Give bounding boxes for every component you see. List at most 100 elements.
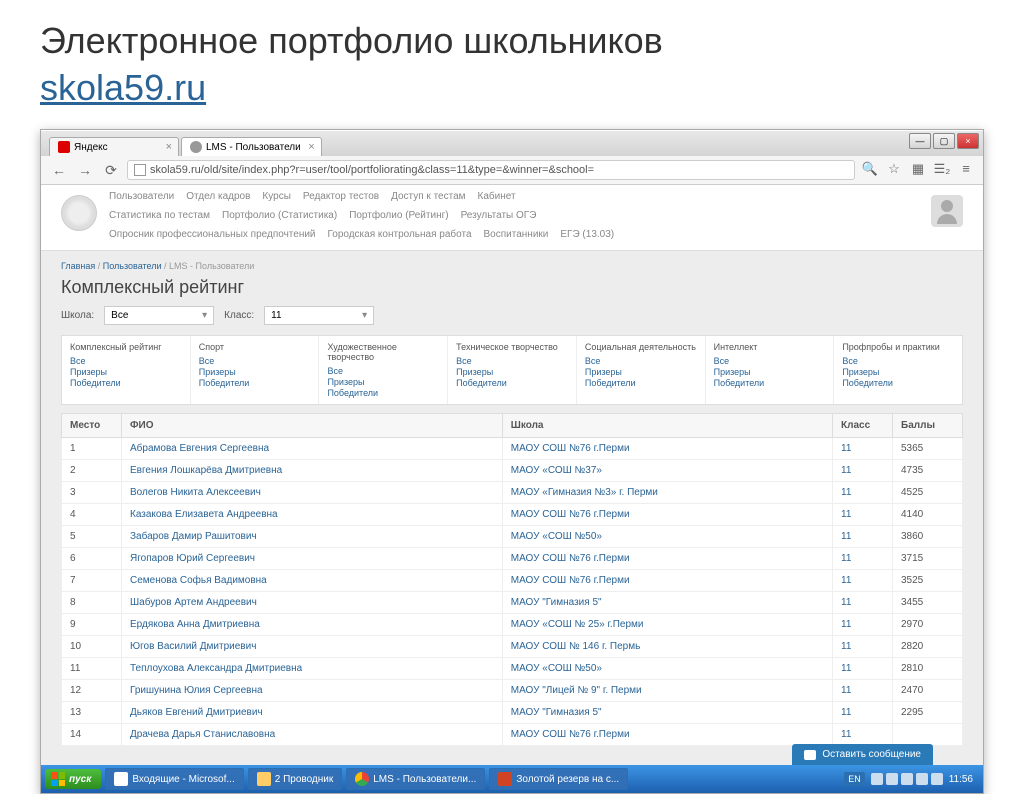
category-link[interactable]: Призеры <box>199 367 311 377</box>
category-link[interactable]: Все <box>70 356 182 366</box>
nav-link[interactable]: Портфолио (Статистика) <box>222 210 337 221</box>
nav-link[interactable]: Кабинет <box>478 191 516 202</box>
nav-link[interactable]: Портфолио (Рейтинг) <box>349 210 448 221</box>
category-link[interactable]: Призеры <box>70 367 182 377</box>
cell-name[interactable]: Драчева Дарья Станиславовна <box>122 724 503 746</box>
clock[interactable]: 11:56 <box>949 774 973 785</box>
cell-name[interactable]: Казакова Елизавета Андреевна <box>122 504 503 526</box>
cell-name[interactable]: Теплоухова Александра Дмитриевна <box>122 658 503 680</box>
nav-link[interactable]: Результаты ОГЭ <box>461 210 537 221</box>
browser-tab-active[interactable]: LMS - Пользователи × <box>181 137 322 156</box>
nav-link[interactable]: Опросник профессиональных предпочтений <box>109 229 316 240</box>
cell-class[interactable]: 11 <box>833 680 893 702</box>
nav-link[interactable]: Статистика по тестам <box>109 210 210 221</box>
class-select[interactable]: 11 <box>264 306 374 325</box>
category-link[interactable]: Победители <box>714 378 826 388</box>
cell-class[interactable]: 11 <box>833 658 893 680</box>
reload-button[interactable]: ⟳ <box>101 160 121 180</box>
cell-name[interactable]: Ердякова Анна Дмитриевна <box>122 614 503 636</box>
category-link[interactable]: Все <box>585 356 697 366</box>
cell-class[interactable]: 11 <box>833 438 893 460</box>
nav-link[interactable]: Редактор тестов <box>303 191 379 202</box>
category-link[interactable]: Все <box>714 356 826 366</box>
category-link[interactable]: Призеры <box>842 367 954 377</box>
cell-class[interactable]: 11 <box>833 504 893 526</box>
nav-link[interactable]: Пользователи <box>109 191 174 202</box>
cell-school[interactable]: МАОУ «Гимназия №3» г. Перми <box>502 482 832 504</box>
category-link[interactable]: Призеры <box>327 377 439 387</box>
cell-name[interactable]: Гришунина Юлия Сергеевна <box>122 680 503 702</box>
cell-class[interactable]: 11 <box>833 570 893 592</box>
cell-class[interactable]: 11 <box>833 724 893 746</box>
cell-name[interactable]: Абрамова Евгения Сергеевна <box>122 438 503 460</box>
nav-link[interactable]: Городская контрольная работа <box>328 229 472 240</box>
cell-school[interactable]: МАОУ СОШ №76 г.Перми <box>502 570 832 592</box>
forward-button[interactable]: → <box>75 160 95 180</box>
cell-name[interactable]: Евгения Лошкарёва Дмитриевна <box>122 460 503 482</box>
category-link[interactable]: Призеры <box>585 367 697 377</box>
cell-school[interactable]: МАОУ "Лицей № 9" г. Перми <box>502 680 832 702</box>
user-avatar-icon[interactable] <box>931 195 963 227</box>
cell-class[interactable]: 11 <box>833 702 893 724</box>
nav-link[interactable]: Доступ к тестам <box>391 191 465 202</box>
cell-name[interactable]: Семенова Софья Вадимовна <box>122 570 503 592</box>
cell-class[interactable]: 11 <box>833 460 893 482</box>
slide-link[interactable]: skola59.ru <box>40 67 206 109</box>
language-indicator[interactable]: EN <box>844 772 865 786</box>
cell-name[interactable]: Забаров Дамир Рашитович <box>122 526 503 548</box>
category-link[interactable]: Победители <box>327 388 439 398</box>
category-link[interactable]: Все <box>842 356 954 366</box>
close-icon[interactable]: × <box>166 141 172 153</box>
cell-school[interactable]: МАОУ СОШ №76 г.Перми <box>502 548 832 570</box>
zoom-icon[interactable]: 🔍 <box>861 161 879 179</box>
cell-school[interactable]: МАОУ СОШ №76 г.Перми <box>502 504 832 526</box>
taskbar-item[interactable]: 2 Проводник <box>248 768 343 790</box>
cell-class[interactable]: 11 <box>833 526 893 548</box>
cell-school[interactable]: МАОУ «СОШ №50» <box>502 526 832 548</box>
taskbar-item[interactable]: Входящие - Microsof... <box>105 768 243 790</box>
cell-class[interactable]: 11 <box>833 482 893 504</box>
category-link[interactable]: Победители <box>456 378 568 388</box>
maximize-button[interactable]: ▢ <box>933 133 955 149</box>
cell-name[interactable]: Волегов Никита Алексеевич <box>122 482 503 504</box>
category-link[interactable]: Все <box>327 366 439 376</box>
category-link[interactable]: Победители <box>585 378 697 388</box>
cell-school[interactable]: МАОУ СОШ №76 г.Перми <box>502 724 832 746</box>
tray-icons[interactable] <box>871 773 943 785</box>
taskbar-item[interactable]: Золотой резерв на с... <box>489 768 628 790</box>
cell-class[interactable]: 11 <box>833 614 893 636</box>
notifications-icon[interactable]: ☰₂ <box>933 161 951 179</box>
breadcrumb-home[interactable]: Главная <box>61 261 95 271</box>
cell-school[interactable]: МАОУ СОШ №76 г.Перми <box>502 438 832 460</box>
cell-school[interactable]: МАОУ СОШ № 146 г. Пермь <box>502 636 832 658</box>
category-link[interactable]: Победители <box>842 378 954 388</box>
nav-link[interactable]: Отдел кадров <box>186 191 250 202</box>
cell-name[interactable]: Югов Василий Дмитриевич <box>122 636 503 658</box>
breadcrumb-users[interactable]: Пользователи <box>103 261 162 271</box>
taskbar-item[interactable]: LMS - Пользователи... <box>346 768 485 790</box>
back-button[interactable]: ← <box>49 160 69 180</box>
cell-school[interactable]: МАОУ «СОШ №37» <box>502 460 832 482</box>
bookmark-icon[interactable]: ☆ <box>885 161 903 179</box>
category-link[interactable]: Призеры <box>456 367 568 377</box>
category-link[interactable]: Победители <box>199 378 311 388</box>
category-link[interactable]: Все <box>199 356 311 366</box>
cell-school[interactable]: МАОУ «СОШ № 25» г.Перми <box>502 614 832 636</box>
cell-class[interactable]: 11 <box>833 592 893 614</box>
address-bar[interactable]: skola59.ru/old/site/index.php?r=user/too… <box>127 160 855 180</box>
cell-school[interactable]: МАОУ "Гимназия 5" <box>502 702 832 724</box>
nav-link[interactable]: ЕГЭ (13.03) <box>560 229 614 240</box>
cell-name[interactable]: Ягопаров Юрий Сергеевич <box>122 548 503 570</box>
start-button[interactable]: пуск <box>45 769 101 789</box>
category-link[interactable]: Победители <box>70 378 182 388</box>
site-logo-icon[interactable] <box>61 195 97 231</box>
cell-class[interactable]: 11 <box>833 548 893 570</box>
school-select[interactable]: Все <box>104 306 214 325</box>
browser-tab[interactable]: Яндекс × <box>49 137 179 156</box>
window-close-button[interactable]: × <box>957 133 979 149</box>
menu-icon[interactable]: ≡ <box>957 161 975 179</box>
cell-school[interactable]: МАОУ «СОШ №50» <box>502 658 832 680</box>
close-icon[interactable]: × <box>308 141 314 153</box>
nav-link[interactable]: Воспитанники <box>484 229 549 240</box>
category-link[interactable]: Все <box>456 356 568 366</box>
